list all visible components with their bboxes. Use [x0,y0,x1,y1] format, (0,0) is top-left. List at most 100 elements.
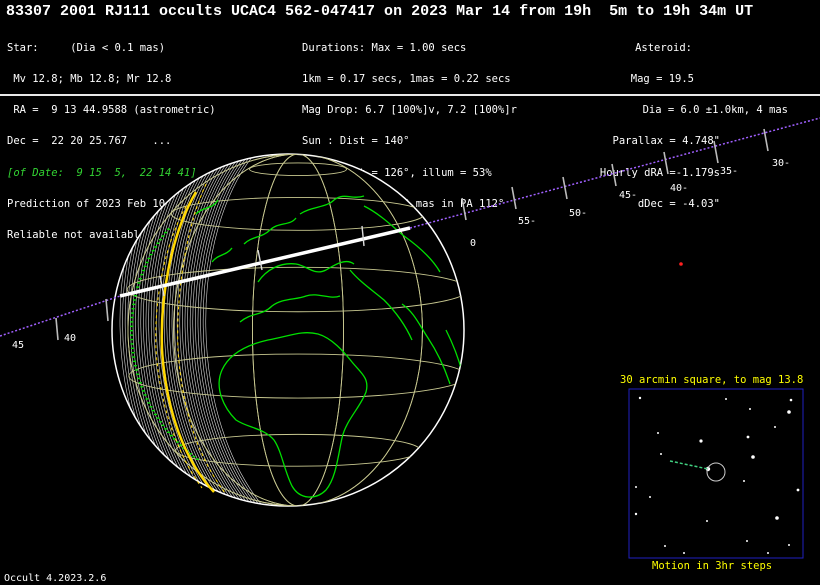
time-tick [611,163,617,187]
tick-label: 50- [569,208,587,219]
coast-dither [156,242,160,244]
coast-dither [140,386,144,388]
coast-dither [130,330,133,332]
asteroid-motion-track [669,460,709,470]
coast-dither [131,308,135,310]
coast-dither [147,257,151,260]
coast-dither [141,390,145,392]
coast-dither [145,398,149,400]
tick-label: 45- [619,190,637,201]
coast-dither [149,253,153,256]
tick-label: 45 [12,340,24,351]
time-tick [55,317,59,341]
field-star [657,432,659,434]
coast-dither [130,338,134,341]
field-star [725,398,727,400]
time-tick [511,186,517,210]
finder-chart: 30 arcmin square, to mag 13.8 Motion in … [620,374,804,572]
field-star [743,480,745,482]
coast-dither [136,373,140,375]
coast-dither [151,250,155,252]
coast-dither [130,347,134,350]
coast-dither [141,269,145,272]
tick-label: 35- [720,166,738,177]
coast-dither [131,351,135,354]
field-star [635,486,637,488]
coast-dither [130,321,134,323]
coast-dither [137,377,141,380]
coast-dither [166,431,170,433]
coast-dither [156,417,160,419]
coast-dither [169,434,173,437]
coast-dither [132,356,136,358]
field-star [746,435,750,439]
coast-dither [140,273,144,276]
coast-dither [133,360,137,363]
field-star [634,512,638,516]
shadow-path-track [0,295,121,337]
field-star [751,455,755,459]
coast-dither [130,325,134,327]
tick-label: 0 [470,238,476,249]
coast-dither [158,421,162,423]
coast-dither [138,278,142,280]
coast-dither [138,381,142,384]
coast-dither [154,413,158,416]
field-star [649,496,651,498]
coast-dither [145,261,149,264]
field-star [746,540,748,542]
coast-dither [158,238,162,241]
field-star [775,516,779,520]
finder-stars [634,396,800,554]
finder-title: 30 arcmin square, to mag 13.8 [620,374,803,386]
time-tick [663,151,669,175]
time-tick [562,176,568,200]
coast-dither [151,409,155,412]
coast-dither [154,246,158,248]
coast-dither [143,394,147,396]
coast-dither [136,286,140,288]
field-star [749,408,751,410]
coast-dither [133,294,137,297]
coast-dither [164,231,168,234]
finder-frame [628,388,804,559]
time-tick [713,140,719,164]
finder-caption: Motion in 3hr steps [652,560,772,572]
tick-label: 40 [64,333,76,344]
field-star [787,410,791,414]
time-tick [461,197,467,221]
field-star [660,453,662,455]
coast-dither [132,303,136,306]
field-star [796,488,800,492]
coast-dither [130,316,134,319]
coast-dither [166,228,170,230]
field-star [664,545,666,547]
field-star [638,396,642,400]
occultation-map: 0 55- 50- 45- 40- 35- 30- 45 40 30 arcmi… [0,117,820,572]
tick-label: 40- [670,183,688,194]
version-label: Occult 4.2023.2.6 [4,573,107,584]
field-star [774,426,776,428]
coast-dither [161,424,165,427]
coast-dither [130,334,134,336]
coast-dither [192,455,196,458]
field-star [789,398,793,402]
tick-label: 30- [772,158,790,169]
shadow-path-track [409,117,820,229]
coast-dither [130,343,134,345]
tick-label: 55- [518,216,536,227]
coast-dither [133,365,137,367]
target-star-circle [706,462,726,482]
coast-dither [161,235,165,237]
field-star [788,544,790,546]
coast-dither [130,312,134,314]
coast-dither [134,369,138,371]
time-tick [105,298,109,322]
coast-dither [164,428,168,430]
target-marker [679,262,683,266]
coast-dither [196,458,200,460]
coast-dither [137,282,141,284]
coast-dither [149,406,153,408]
field-star [683,552,685,554]
coast-dither [143,265,147,268]
